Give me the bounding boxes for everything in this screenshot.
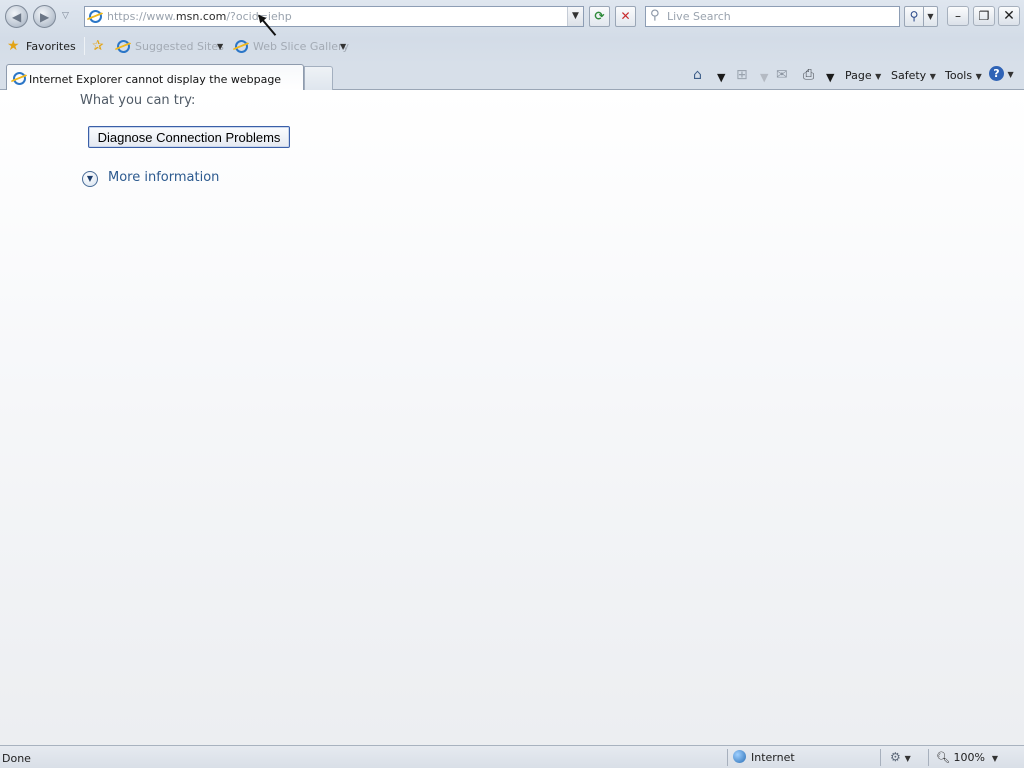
tab-title: Internet Explorer cannot display the web…	[29, 73, 282, 86]
rss-icon[interactable]: ⊞	[736, 67, 748, 83]
status-divider	[727, 749, 728, 766]
add-to-favorites-bar-button[interactable]: ✰	[92, 38, 108, 56]
page-menu[interactable]: Page ▼	[845, 69, 881, 82]
search-box[interactable]: ⚲ Live Search	[645, 6, 900, 27]
print-icon[interactable]: ⎙	[803, 67, 814, 83]
recent-pages-dropdown[interactable]: ▽	[62, 11, 69, 21]
new-tab-button[interactable]	[304, 66, 333, 90]
back-icon: ◀	[12, 10, 22, 24]
address-dropdown[interactable]: ▼	[567, 7, 583, 26]
tab-ie-icon	[13, 72, 26, 85]
more-information-link[interactable]: More information	[108, 170, 219, 185]
status-divider	[880, 749, 881, 766]
web-slice-gallery-label: Web Slice Gallery	[253, 40, 350, 53]
refresh-icon: ⟳	[594, 9, 605, 23]
expand-more-info-icon[interactable]: ▼	[82, 171, 98, 187]
restore-button[interactable]: ❐	[973, 6, 995, 26]
back-button[interactable]: ◀	[5, 5, 28, 28]
protected-mode-icon[interactable]: ⚙ ▼	[890, 750, 911, 764]
tab-current[interactable]: Internet Explorer cannot display the web…	[6, 64, 304, 91]
search-options-dropdown[interactable]: ▼	[924, 6, 938, 27]
zoom-icon: 🔍︎	[936, 751, 950, 764]
search-input[interactable]: Live Search	[667, 10, 731, 23]
search-button[interactable]: ⚲	[904, 6, 924, 27]
address-bar[interactable]: https://www.msn.com/?ocid=iehp ▼	[84, 6, 584, 27]
status-bar: Done Internet ⚙ ▼ 🔍︎ 100% ▼	[0, 745, 1024, 768]
mail-icon[interactable]: ✉	[776, 67, 788, 83]
print-dropdown-icon[interactable]: ▼	[826, 71, 834, 84]
add-favorite-icon: ✰	[92, 38, 104, 54]
favorites-bar: ★ Favorites ✰ Suggested Sites ▼ Web Slic…	[0, 34, 1024, 60]
suggested-sites-icon	[117, 40, 130, 53]
status-divider	[928, 749, 929, 766]
diagnose-connection-button[interactable]: Diagnose Connection Problems	[88, 126, 290, 148]
zoom-control[interactable]: 🔍︎ 100% ▼	[936, 751, 998, 764]
globe-icon	[733, 750, 746, 763]
minimize-button[interactable]: –	[947, 6, 969, 26]
help-icon: ?	[989, 66, 1004, 81]
refresh-button[interactable]: ⟳	[589, 6, 610, 27]
rss-dropdown-icon[interactable]: ▼	[760, 71, 768, 84]
forward-button[interactable]: ▶	[33, 5, 56, 28]
tab-row: Internet Explorer cannot display the web…	[0, 62, 1024, 91]
page-content: What you can try: Diagnose Connection Pr…	[0, 90, 1024, 745]
stop-button[interactable]: ✕	[615, 6, 636, 27]
stop-icon: ✕	[620, 9, 631, 23]
browser-toolbar: ◀ ▶ ▽ https://www.msn.com/?ocid=iehp ▼ ⟳…	[0, 0, 1024, 64]
what-you-can-try-heading: What you can try:	[80, 93, 196, 108]
web-slice-dropdown-icon: ▼	[340, 42, 347, 51]
home-icon[interactable]: ⌂	[693, 67, 702, 83]
safety-menu[interactable]: Safety ▼	[891, 69, 936, 82]
suggested-sites-label: Suggested Sites	[135, 40, 224, 53]
tools-menu[interactable]: Tools ▼	[945, 69, 982, 82]
search-icon: ⚲	[909, 9, 919, 23]
help-menu[interactable]: ? ▼	[989, 66, 1014, 81]
favorites-separator	[84, 37, 85, 55]
search-field-icon: ⚲	[650, 8, 660, 23]
forward-icon: ▶	[40, 10, 50, 24]
ie-page-icon	[89, 10, 102, 23]
status-text: Done	[2, 752, 31, 765]
favorites-label: Favorites	[26, 40, 76, 53]
close-window-button[interactable]: ✕	[998, 6, 1020, 26]
home-dropdown-icon[interactable]: ▼	[717, 71, 725, 84]
security-zone[interactable]: Internet	[733, 750, 795, 764]
suggested-sites-dropdown-icon: ▼	[217, 42, 224, 51]
web-slice-gallery-icon	[235, 40, 248, 53]
favorites-star-icon: ★	[7, 38, 20, 54]
